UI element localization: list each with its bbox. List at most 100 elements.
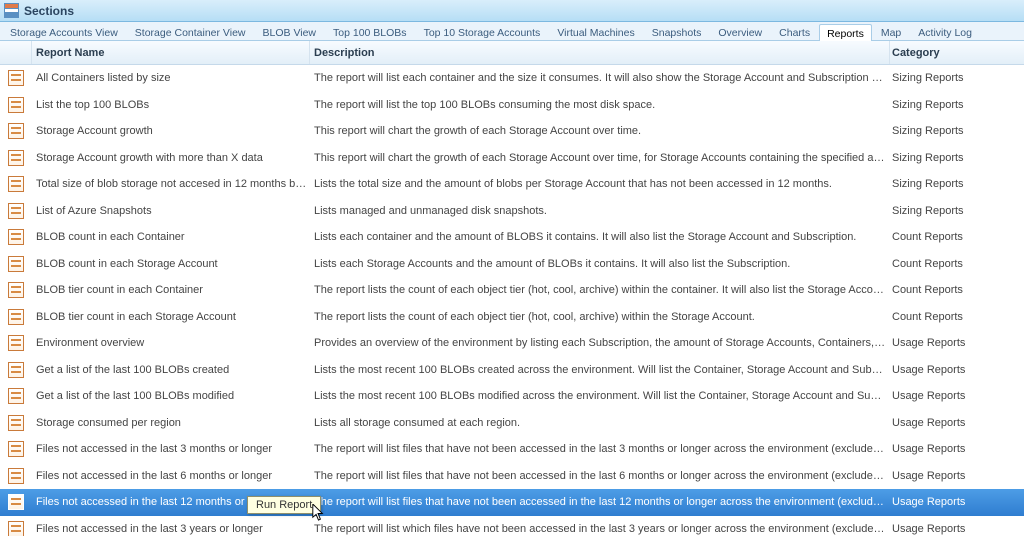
report-icon <box>8 335 24 351</box>
row-icon-cell <box>0 203 32 219</box>
report-icon <box>8 70 24 86</box>
tab-map[interactable]: Map <box>873 23 909 40</box>
table-row[interactable]: All Containers listed by sizeThe report … <box>0 65 1024 92</box>
row-icon-cell <box>0 70 32 86</box>
row-icon-cell <box>0 388 32 404</box>
row-description: Lists managed and unmanaged disk snapsho… <box>310 205 890 217</box>
row-description: The report will list which files have no… <box>310 523 890 535</box>
tab-top-100-blobs[interactable]: Top 100 BLOBs <box>325 23 415 40</box>
row-icon-cell <box>0 282 32 298</box>
tab-charts[interactable]: Charts <box>771 23 818 40</box>
row-icon-cell <box>0 123 32 139</box>
row-category: Usage Reports <box>890 390 1024 402</box>
tab-overview[interactable]: Overview <box>710 23 770 40</box>
row-category: Sizing Reports <box>890 72 1024 84</box>
report-icon <box>8 415 24 431</box>
table-row[interactable]: Get a list of the last 100 BLOBs created… <box>0 357 1024 384</box>
row-category: Sizing Reports <box>890 99 1024 111</box>
row-category: Sizing Reports <box>890 125 1024 137</box>
table-row[interactable]: Files not accessed in the last 6 months … <box>0 463 1024 490</box>
row-icon-cell <box>0 362 32 378</box>
table-row[interactable]: BLOB count in each ContainerLists each c… <box>0 224 1024 251</box>
row-name: Storage consumed per region <box>32 417 310 429</box>
tab-bar: Storage Accounts ViewStorage Container V… <box>0 22 1024 41</box>
row-description: The report lists the count of each objec… <box>310 284 890 296</box>
row-icon-cell <box>0 415 32 431</box>
row-icon-cell <box>0 494 32 510</box>
table-row[interactable]: Total size of blob storage not accesed i… <box>0 171 1024 198</box>
row-name: BLOB count in each Container <box>32 231 310 243</box>
column-header-icon[interactable] <box>0 41 32 64</box>
table-row[interactable]: Files not accessed in the last 3 months … <box>0 436 1024 463</box>
table-row[interactable]: BLOB tier count in each Storage AccountT… <box>0 304 1024 331</box>
row-name: Files not accessed in the last 3 years o… <box>32 523 310 535</box>
column-header-row: Report Name Description Category <box>0 41 1024 65</box>
row-name: Files not accessed in the last 6 months … <box>32 470 310 482</box>
row-name: List of Azure Snapshots <box>32 205 310 217</box>
report-icon <box>8 150 24 166</box>
table-row[interactable]: Get a list of the last 100 BLOBs modifie… <box>0 383 1024 410</box>
row-category: Count Reports <box>890 231 1024 243</box>
report-icon <box>8 494 24 510</box>
row-icon-cell <box>0 468 32 484</box>
table-row[interactable]: Files not accessed in the last 3 years o… <box>0 516 1024 536</box>
tab-reports[interactable]: Reports <box>819 24 872 41</box>
row-icon-cell <box>0 441 32 457</box>
table-row[interactable]: List of Azure SnapshotsLists managed and… <box>0 198 1024 225</box>
row-category: Count Reports <box>890 284 1024 296</box>
column-header-name[interactable]: Report Name <box>32 41 310 64</box>
row-description: Lists the most recent 100 BLOBs created … <box>310 364 890 376</box>
table-row[interactable]: Storage consumed per regionLists all sto… <box>0 410 1024 437</box>
report-list: All Containers listed by sizeThe report … <box>0 65 1024 536</box>
table-row[interactable]: Files not accessed in the last 12 months… <box>0 489 1024 516</box>
table-row[interactable]: Environment overviewProvides an overview… <box>0 330 1024 357</box>
report-icon <box>8 441 24 457</box>
row-description: Lists each Storage Accounts and the amou… <box>310 258 890 270</box>
row-category: Usage Reports <box>890 337 1024 349</box>
row-name: Get a list of the last 100 BLOBs modifie… <box>32 390 310 402</box>
tab-activity-log[interactable]: Activity Log <box>910 23 980 40</box>
row-category: Usage Reports <box>890 417 1024 429</box>
table-row[interactable]: BLOB count in each Storage AccountLists … <box>0 251 1024 278</box>
row-description: The report will list the top 100 BLOBs c… <box>310 99 890 111</box>
row-name: All Containers listed by size <box>32 72 310 84</box>
tab-top-10-storage-accounts[interactable]: Top 10 Storage Accounts <box>416 23 549 40</box>
tab-storage-container-view[interactable]: Storage Container View <box>127 23 254 40</box>
table-row[interactable]: BLOB tier count in each ContainerThe rep… <box>0 277 1024 304</box>
column-header-description[interactable]: Description <box>310 41 890 64</box>
tab-storage-accounts-view[interactable]: Storage Accounts View <box>2 23 126 40</box>
row-category: Usage Reports <box>890 470 1024 482</box>
row-description: The report will list files that have not… <box>310 470 890 482</box>
report-icon <box>8 388 24 404</box>
row-icon-cell <box>0 150 32 166</box>
tab-snapshots[interactable]: Snapshots <box>644 23 710 40</box>
row-description: This report will chart the growth of eac… <box>310 152 890 164</box>
tab-blob-view[interactable]: BLOB View <box>255 23 325 40</box>
row-name: Storage Account growth <box>32 125 310 137</box>
row-description: The report will list files that have not… <box>310 496 890 508</box>
table-row[interactable]: Storage Account growthThis report will c… <box>0 118 1024 145</box>
row-description: The report will list each container and … <box>310 72 890 84</box>
row-description: This report will chart the growth of eac… <box>310 125 890 137</box>
row-name: Files not accessed in the last 3 months … <box>32 443 310 455</box>
row-description: Lists the most recent 100 BLOBs modified… <box>310 390 890 402</box>
row-category: Sizing Reports <box>890 205 1024 217</box>
row-category: Sizing Reports <box>890 152 1024 164</box>
table-row[interactable]: List the top 100 BLOBsThe report will li… <box>0 92 1024 119</box>
window-title: Sections <box>24 4 74 18</box>
tab-virtual-machines[interactable]: Virtual Machines <box>549 23 642 40</box>
report-icon <box>8 468 24 484</box>
row-name: List the top 100 BLOBs <box>32 99 310 111</box>
report-icon <box>8 362 24 378</box>
column-header-category[interactable]: Category <box>890 41 1024 64</box>
row-description: Lists the total size and the amount of b… <box>310 178 890 190</box>
row-name: BLOB tier count in each Storage Account <box>32 311 310 323</box>
row-category: Usage Reports <box>890 443 1024 455</box>
row-icon-cell <box>0 97 32 113</box>
row-category: Count Reports <box>890 258 1024 270</box>
row-name: Storage Account growth with more than X … <box>32 152 310 164</box>
report-icon <box>8 521 24 536</box>
table-row[interactable]: Storage Account growth with more than X … <box>0 145 1024 172</box>
row-icon-cell <box>0 176 32 192</box>
row-description: Lists each container and the amount of B… <box>310 231 890 243</box>
